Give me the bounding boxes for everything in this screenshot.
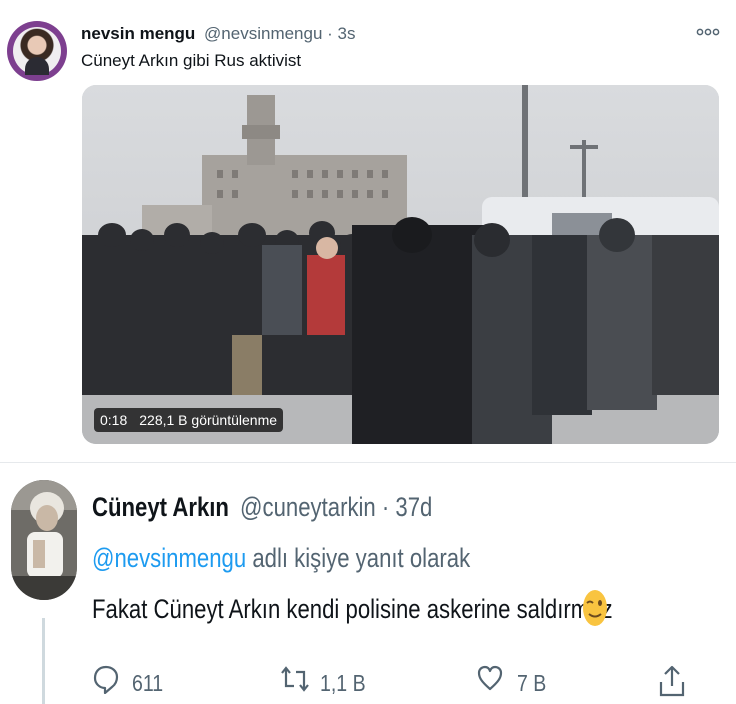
heart-icon — [477, 665, 503, 691]
reply-count: 611 — [132, 670, 164, 696]
author-display-name[interactable]: nevsin mengu — [81, 24, 195, 43]
share-action[interactable] — [658, 660, 690, 700]
reply-action[interactable]: 611 — [92, 660, 182, 700]
like-count: 7 B — [517, 670, 547, 696]
video-player[interactable] — [82, 85, 719, 444]
reply-text: Fakat Cüneyt Arkın kendi polisine askeri… — [92, 594, 613, 624]
more-dots-icon[interactable] — [696, 24, 720, 40]
video-views: 228,1 B görüntülenme — [139, 412, 278, 428]
video-info-badge: 0:18 228,1 B görüntülenme — [94, 408, 284, 432]
reply-author-row: Cüneyt Arkın @cuneytarkin · 37d — [92, 492, 432, 523]
reply-display-name[interactable]: Cüneyt Arkın — [92, 492, 229, 522]
author-handle-time[interactable]: @nevsinmengu · 3s — [204, 24, 355, 43]
tweet-author-row: nevsin mengu @nevsinmengu · 3s — [81, 24, 356, 44]
avatar[interactable] — [7, 21, 67, 81]
reply-icon — [93, 665, 119, 694]
share-icon — [659, 665, 685, 697]
reply-avatar[interactable] — [11, 480, 77, 600]
retweet-icon — [281, 666, 309, 692]
video-duration: 0:18 — [100, 412, 128, 428]
like-action[interactable]: 7 B — [477, 660, 567, 700]
retweet-action[interactable]: 1,1 B — [280, 660, 390, 700]
original-tweet[interactable]: nevsin mengu @nevsinmengu · 3s Cüneyt Ar… — [0, 0, 736, 460]
retweet-count: 1,1 B — [320, 670, 366, 696]
tweet-actions: 611 1,1 B 7 B — [0, 660, 736, 704]
divider — [0, 462, 736, 463]
reply-handle-time[interactable]: @cuneytarkin · 37d — [240, 492, 432, 522]
replying-to: @nevsinmengu adlı kişiye yanıt olarak — [92, 543, 470, 574]
tweet-text: Cüneyt Arkın gibi Rus aktivist — [81, 51, 302, 70]
winking-face-emoji — [582, 588, 608, 628]
replying-mention-link[interactable]: @nevsinmengu — [92, 543, 246, 573]
replying-suffix: adlı kişiye yanıt olarak — [246, 543, 471, 573]
